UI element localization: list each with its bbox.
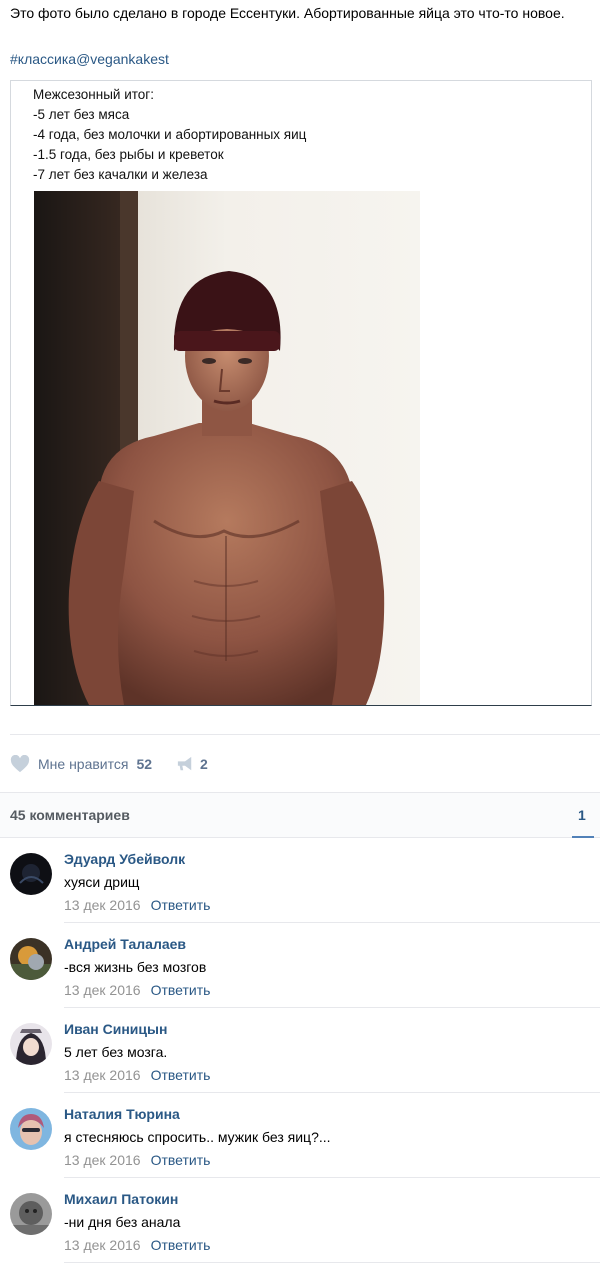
divider bbox=[64, 1262, 600, 1263]
comment-item: Наталия Тюрина я стесняюсь спросить.. му… bbox=[0, 1093, 600, 1178]
comment-item: Андрей Талалаев -вся жизнь без мозгов 13… bbox=[0, 923, 600, 1008]
comment-author[interactable]: Эдуард Убейволк bbox=[64, 851, 185, 867]
reply-button[interactable]: Ответить bbox=[151, 897, 211, 913]
like-count: 52 bbox=[136, 756, 153, 772]
comment-date[interactable]: 13 дек 2016 bbox=[64, 1067, 141, 1083]
comment-date[interactable]: 13 дек 2016 bbox=[64, 897, 141, 913]
comment-text: 5 лет без мозга. bbox=[64, 1044, 168, 1060]
caption-line: -7 лет без качалки и железа bbox=[33, 167, 208, 182]
caption-line: Межсезонный итог: bbox=[33, 87, 154, 102]
share-count: 2 bbox=[200, 756, 208, 772]
comment-meta: 13 дек 2016 Ответить bbox=[64, 1067, 210, 1083]
photo-illustration bbox=[34, 191, 420, 705]
caption-line: -4 года, без молочки и абортированных яи… bbox=[33, 127, 307, 142]
caption-line: -1.5 года, без рыбы и креветок bbox=[33, 147, 224, 162]
heart-icon[interactable] bbox=[10, 755, 30, 773]
comment-date[interactable]: 13 дек 2016 bbox=[64, 982, 141, 998]
image-caption: Межсезонный итог: -5 лет без мяса -4 год… bbox=[33, 85, 306, 185]
caption-line: -5 лет без мяса bbox=[33, 107, 130, 122]
reply-button[interactable]: Ответить bbox=[151, 1067, 211, 1083]
comment-author[interactable]: Наталия Тюрина bbox=[64, 1106, 180, 1122]
comment-item: Иван Синицын 5 лет без мозга. 13 дек 201… bbox=[0, 1008, 600, 1093]
avatar[interactable] bbox=[10, 853, 52, 895]
comment-author[interactable]: Андрей Талалаев bbox=[64, 936, 186, 952]
reply-button[interactable]: Ответить bbox=[151, 1237, 211, 1253]
comments-page-1[interactable]: 1 bbox=[578, 807, 586, 823]
comment-date[interactable]: 13 дек 2016 bbox=[64, 1152, 141, 1168]
comments-header: 45 комментариев 1 bbox=[0, 792, 600, 838]
avatar[interactable] bbox=[10, 1193, 52, 1235]
post-actions: Мне нравится 52 2 bbox=[10, 752, 208, 776]
reply-button[interactable]: Ответить bbox=[151, 1152, 211, 1168]
comment-meta: 13 дек 2016 Ответить bbox=[64, 982, 210, 998]
shirtless-man-photo bbox=[34, 191, 420, 705]
comment-text: я стесняюсь спросить.. мужик без яиц?... bbox=[64, 1129, 331, 1145]
comment-item: Михаил Патокин -ни дня без анала 13 дек … bbox=[0, 1178, 600, 1263]
comment-text: -ни дня без анала bbox=[64, 1214, 181, 1230]
comment-item: Эдуард Убейволк хуяси дрищ 13 дек 2016 От… bbox=[0, 838, 600, 923]
avatar[interactable] bbox=[10, 1023, 52, 1065]
comment-date[interactable]: 13 дек 2016 bbox=[64, 1237, 141, 1253]
comment-meta: 13 дек 2016 Ответить bbox=[64, 1237, 210, 1253]
comment-meta: 13 дек 2016 Ответить bbox=[64, 897, 210, 913]
comment-meta: 13 дек 2016 Ответить bbox=[64, 1152, 210, 1168]
avatar[interactable] bbox=[10, 938, 52, 980]
comment-text: -вся жизнь без мозгов bbox=[64, 959, 207, 975]
post-text: Это фото было сделано в городе Ессентуки… bbox=[10, 5, 565, 21]
comment-text: хуяси дрищ bbox=[64, 874, 140, 890]
post-hashtag[interactable]: #классика@vegankakest bbox=[10, 48, 169, 70]
megaphone-icon[interactable] bbox=[176, 756, 194, 772]
comments-count: 45 комментариев bbox=[10, 807, 130, 823]
attached-image[interactable]: Межсезонный итог: -5 лет без мяса -4 год… bbox=[10, 80, 592, 706]
comment-author[interactable]: Михаил Патокин bbox=[64, 1191, 178, 1207]
avatar[interactable] bbox=[10, 1108, 52, 1150]
divider bbox=[10, 734, 600, 735]
reply-button[interactable]: Ответить bbox=[151, 982, 211, 998]
like-button[interactable]: Мне нравится bbox=[38, 756, 128, 772]
comment-author[interactable]: Иван Синицын bbox=[64, 1021, 167, 1037]
